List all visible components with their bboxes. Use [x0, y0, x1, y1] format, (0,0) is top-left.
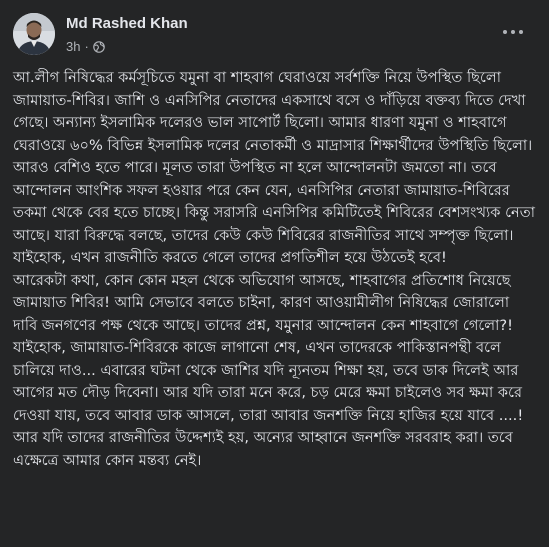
post-time[interactable]: 3h	[66, 39, 80, 54]
avatar-image	[13, 13, 55, 55]
author-name[interactable]: Md Rashed Khan	[66, 15, 188, 32]
post-meta: 3h ·	[66, 39, 105, 54]
globe-icon	[93, 40, 105, 53]
avatar[interactable]	[13, 13, 55, 55]
post-header: Md Rashed Khan 3h ·	[13, 13, 539, 63]
meta-separator: ·	[84, 39, 89, 54]
post-text: আ.লীগ নিষিদ্ধের কর্মসূচিতে যমুনা বা শাহব…	[13, 69, 535, 469]
more-dots-icon[interactable]	[501, 27, 525, 37]
post-card: Md Rashed Khan 3h · আ.লীগ নিষিদ্ধের কর্ম…	[0, 0, 549, 547]
